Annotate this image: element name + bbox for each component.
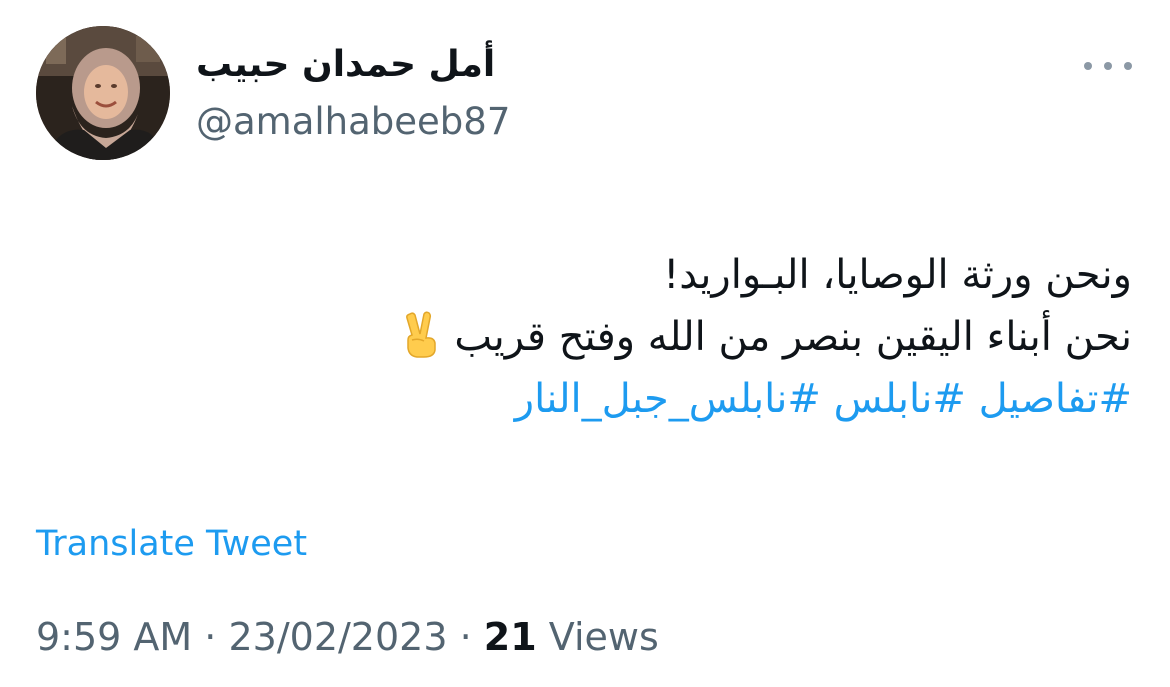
avatar-photo [36,26,170,160]
dot [1104,62,1112,70]
dot [1124,62,1132,70]
tweet-line-2: نحن أبناء اليقين بنصر من الله وفتح قريب [454,314,1132,360]
more-options-icon[interactable] [1084,52,1132,80]
meta-separator: · [204,615,217,659]
hashtag-link[interactable]: #نابلس [834,376,966,422]
views-count[interactable]: 21 [484,615,537,659]
author-handle[interactable]: @amalhabeeb87 [196,98,510,146]
views-label: Views [548,615,659,659]
tweet-time[interactable]: 9:59 AM [36,615,192,659]
dot [1084,62,1092,70]
avatar[interactable] [36,26,170,160]
tweet-line-2-wrap: نحن أبناء اليقين بنصر من الله وفتح قريب [132,306,1132,368]
victory-hand-icon [400,310,442,358]
tweet-date[interactable]: 23/02/2023 [228,615,447,659]
hashtag-link[interactable]: #نابلس_جبل_النار [515,376,821,422]
meta-separator: · [459,615,472,659]
author-display-name[interactable]: أمل حمدان حبيب [196,40,526,90]
translate-tweet-link[interactable]: Translate Tweet [36,520,307,568]
hashtag-link[interactable]: #تفاصيل [979,376,1132,422]
tweet-line-1: ونحن ورثة الوصايا، البـواريد! [663,252,1132,298]
tweet-card: أمل حمدان حبيب @amalhabeeb87 ونحن ورثة ا… [0,0,1170,687]
tweet-text: ونحن ورثة الوصايا، البـواريد! نحن أبناء … [132,244,1132,430]
tweet-meta: 9:59 AM · 23/02/2023 · 21 Views [36,612,659,662]
hashtag-row: #تفاصيل #نابلس #نابلس_جبل_النار [132,368,1132,430]
